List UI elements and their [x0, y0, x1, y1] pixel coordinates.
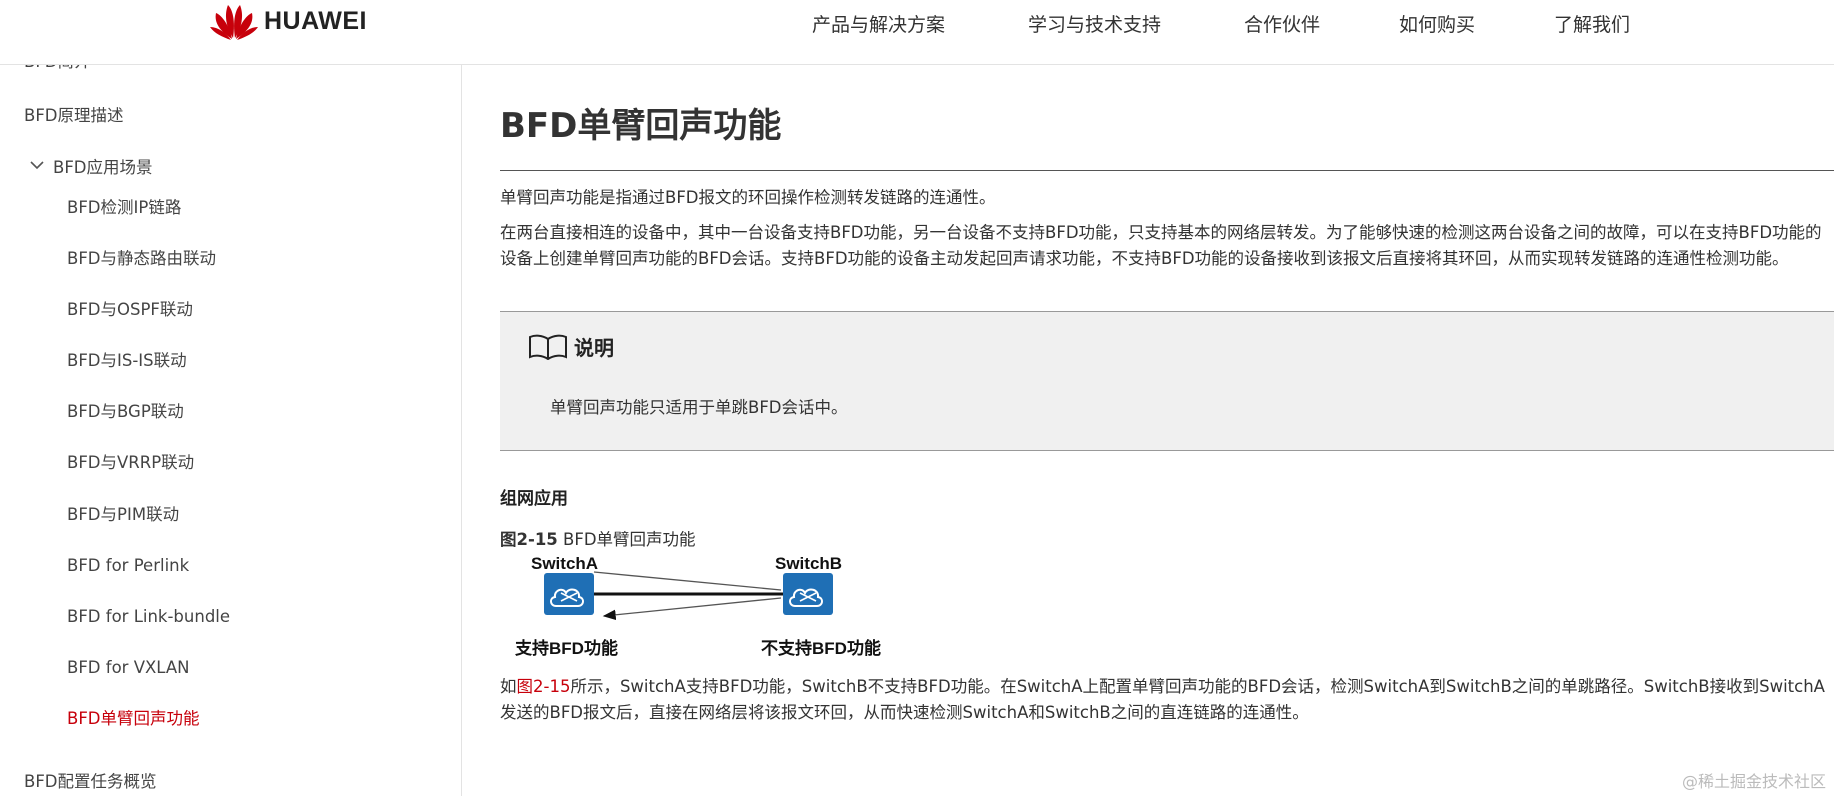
- sidebar-item-bfd-intro[interactable]: BFD简介: [24, 64, 91, 73]
- sidebar-toc: BFD简介 BFD原理描述 BFD应用场景 BFD检测IP链路 BFD与静态路由…: [0, 64, 462, 796]
- watermark: @稀土掘金技术社区: [1681, 772, 1826, 791]
- sidebar-item-bfd-echo[interactable]: BFD单臂回声功能: [67, 708, 200, 730]
- figure-reference-link[interactable]: 图2-15: [517, 677, 571, 696]
- note-title: 说明: [574, 336, 614, 360]
- sidebar-item-bfd-vxlan[interactable]: BFD for VXLAN: [67, 657, 190, 679]
- figure-explanation-paragraph: 如图2-15所示，SwitchA支持BFD功能，SwitchB不支持BFD功能。…: [500, 674, 1834, 726]
- nav-about-us[interactable]: 了解我们: [1554, 10, 1630, 37]
- sidebar-item-bfd-ospf[interactable]: BFD与OSPF联动: [67, 299, 193, 321]
- note-box: 说明 单臂回声功能只适用于单跳BFD会话中。: [500, 311, 1834, 451]
- nav-how-to-buy[interactable]: 如何购买: [1399, 10, 1475, 37]
- explanation-prefix: 如: [500, 677, 517, 696]
- sidebar-item-bfd-static-route[interactable]: BFD与静态路由联动: [67, 248, 216, 270]
- section-title: 组网应用: [500, 489, 568, 509]
- sidebar-item-bfd-isis[interactable]: BFD与IS-IS联动: [67, 350, 187, 372]
- note-text: 单臂回声功能只适用于单跳BFD会话中。: [550, 398, 848, 417]
- site-header: HUAWEI 产品与解决方案 学习与技术支持 合作伙伴 如何购买 了解我们: [0, 0, 1834, 65]
- description-paragraph: 在两台直接相连的设备中，其中一台设备支持BFD功能，另一台设备不支持BFD功能，…: [500, 223, 1822, 268]
- sidebar-item-bfd-vrrp[interactable]: BFD与VRRP联动: [67, 452, 194, 474]
- intro-paragraph: 单臂回声功能是指通过BFD报文的环回操作检测转发链路的连通性。: [500, 188, 996, 207]
- main-content: BFD单臂回声功能 单臂回声功能是指通过BFD报文的环回操作检测转发链路的连通性…: [500, 64, 1834, 796]
- figure-title: BFD单臂回声功能: [557, 530, 696, 549]
- explanation-text: 所示，SwitchA支持BFD功能，SwitchB不支持BFD功能。在Switc…: [500, 677, 1825, 722]
- switch-b-label: SwitchB: [775, 554, 842, 573]
- brand-name: HUAWEI: [264, 6, 367, 35]
- nav-partners[interactable]: 合作伙伴: [1244, 10, 1320, 37]
- page-title: BFD单臂回声功能: [500, 106, 782, 146]
- sidebar-item-bfd-bgp[interactable]: BFD与BGP联动: [67, 401, 184, 423]
- switch-a-capability-label: 支持BFD功能: [515, 638, 618, 658]
- sidebar-item-bfd-scenarios[interactable]: BFD应用场景: [53, 157, 153, 179]
- switch-a-label: SwitchA: [531, 554, 598, 573]
- sidebar-item-bfd-principle[interactable]: BFD原理描述: [24, 105, 124, 127]
- sidebar-item-bfd-perlink[interactable]: BFD for Perlink: [67, 555, 189, 577]
- switch-a-icon: [544, 573, 594, 615]
- sidebar-item-bfd-link-bundle[interactable]: BFD for Link-bundle: [67, 606, 230, 628]
- sidebar-item-bfd-config-overview[interactable]: BFD配置任务概览: [24, 771, 157, 793]
- sidebar-item-bfd-pim[interactable]: BFD与PIM联动: [67, 504, 179, 526]
- nav-learning-support[interactable]: 学习与技术支持: [1028, 10, 1161, 37]
- nav-products-solutions[interactable]: 产品与解决方案: [812, 10, 945, 37]
- title-divider: [500, 170, 1834, 171]
- switch-b-icon: [783, 573, 833, 615]
- figure-number: 图2-15: [500, 530, 558, 549]
- sidebar-item-bfd-ip-link[interactable]: BFD检测IP链路: [67, 197, 181, 219]
- huawei-petal-icon: [210, 5, 258, 40]
- switch-b-capability-label: 不支持BFD功能: [761, 638, 881, 658]
- echo-request-line: [593, 571, 782, 591]
- huawei-logo[interactable]: HUAWEI: [210, 0, 367, 42]
- note-header: 说明: [528, 332, 614, 361]
- echo-return-arrow: [602, 597, 782, 620]
- chevron-down-icon[interactable]: [30, 160, 44, 170]
- open-book-icon: [529, 334, 567, 360]
- figure-caption: 图2-15 BFD单臂回声功能: [500, 526, 696, 550]
